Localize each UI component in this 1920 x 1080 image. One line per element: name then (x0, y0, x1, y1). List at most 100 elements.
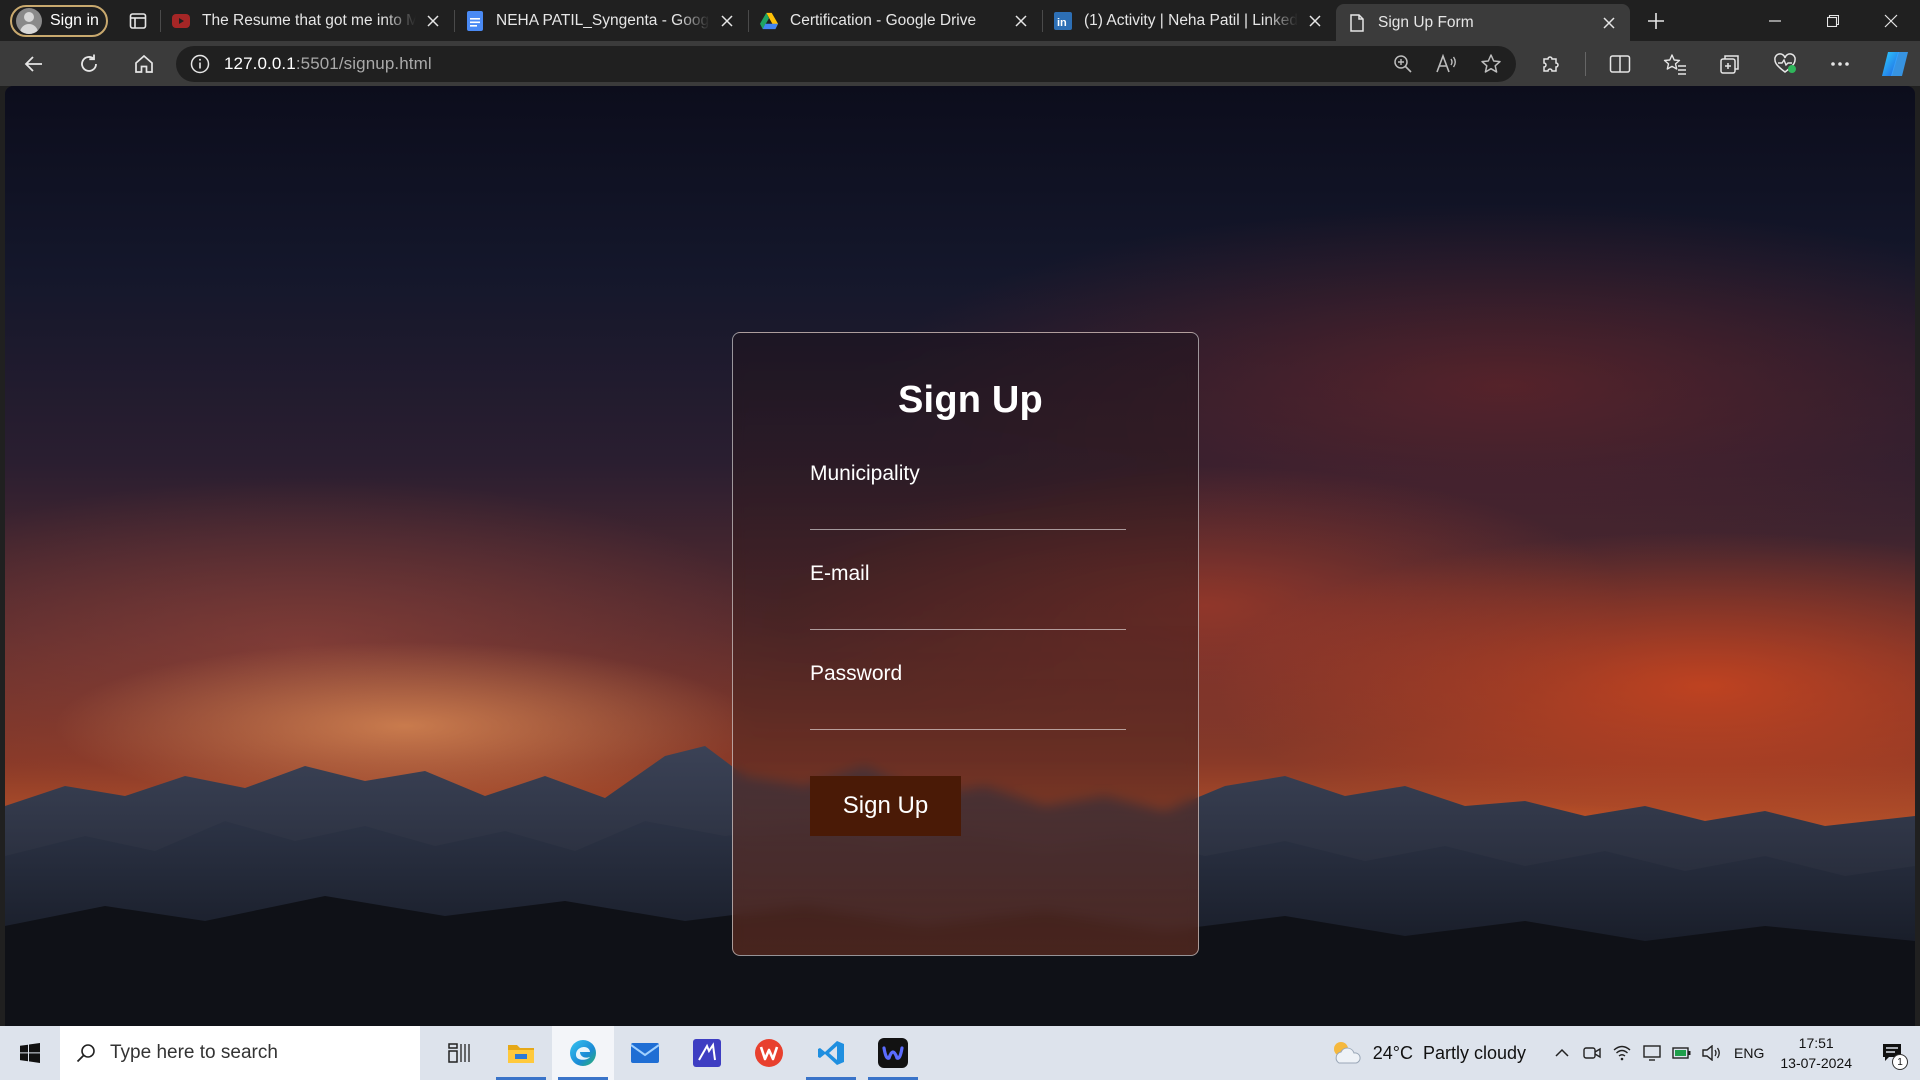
sign-up-form: Sign Up Municipality E-mail Password Sig… (732, 332, 1199, 956)
tab-google-drive[interactable]: Certification - Google Drive (748, 0, 1042, 41)
home-button[interactable] (124, 46, 164, 82)
refresh-button[interactable] (69, 46, 109, 82)
language-indicator[interactable]: ENG (1734, 1045, 1764, 1061)
start-button[interactable] (0, 1026, 60, 1080)
browser-toolbar: 127.0.0.1:5501/signup.html (0, 41, 1920, 86)
window-controls (1746, 0, 1920, 41)
favorite-button[interactable] (1474, 47, 1508, 81)
collections-button[interactable] (1709, 46, 1751, 82)
avatar (16, 7, 42, 34)
password-input[interactable] (810, 686, 1126, 730)
speaker-icon (1702, 1045, 1720, 1061)
page-viewport: Sign Up Municipality E-mail Password Sig… (5, 86, 1915, 1026)
page-icon (1348, 13, 1366, 32)
edge-browser-button[interactable] (552, 1026, 614, 1080)
clock[interactable]: 17:51 13-07-2024 (1780, 1033, 1852, 1073)
municipality-input[interactable] (810, 486, 1126, 530)
monitor-icon (1643, 1045, 1661, 1061)
volume-button[interactable] (1702, 1043, 1722, 1063)
close-icon[interactable] (1598, 12, 1620, 34)
folder-icon (508, 1045, 534, 1063)
network-button[interactable] (1612, 1043, 1632, 1063)
wifi-icon (1613, 1045, 1631, 1061)
zoom-button[interactable] (1386, 47, 1420, 81)
favorites-list-icon (1663, 53, 1686, 75)
tray-icons (1552, 1043, 1722, 1063)
url-text[interactable]: 127.0.0.1:5501/signup.html (224, 54, 432, 74)
profile-label: Sign in (50, 11, 99, 29)
camera-icon (1583, 1047, 1601, 1059)
info-icon[interactable] (190, 54, 210, 74)
file-explorer-button[interactable] (490, 1026, 552, 1080)
mail-button[interactable] (614, 1026, 676, 1080)
webex-icon (878, 1038, 908, 1068)
search-placeholder: Type here to search (110, 1042, 278, 1063)
address-bar[interactable]: 127.0.0.1:5501/signup.html (176, 45, 1516, 82)
star-icon (1481, 53, 1501, 73)
tab-title: Certification - Google Drive (790, 11, 977, 29)
app-editor-button[interactable] (676, 1026, 738, 1080)
restore-button[interactable] (1804, 0, 1862, 41)
show-hidden-icons-button[interactable] (1552, 1043, 1572, 1063)
meet-now-button[interactable] (1582, 1043, 1602, 1063)
settings-more-button[interactable] (1819, 46, 1861, 82)
email-label: E-mail (810, 562, 870, 585)
browser-essentials-button[interactable] (1764, 46, 1806, 82)
profile-button[interactable]: Sign in (10, 4, 108, 37)
back-button[interactable] (14, 46, 54, 82)
task-view-button[interactable] (428, 1026, 490, 1080)
read-aloud-button[interactable] (1430, 47, 1464, 81)
close-icon[interactable] (1010, 10, 1032, 32)
app-editor-icon (693, 1039, 721, 1067)
windows-logo-icon (20, 1043, 40, 1063)
url-host: 127.0.0.1 (224, 53, 296, 73)
refresh-icon (81, 54, 97, 72)
notification-center-button[interactable]: 1 (1872, 1042, 1912, 1070)
taskbar-apps (428, 1026, 924, 1080)
municipality-label: Municipality (810, 462, 920, 485)
extensions-button[interactable] (1530, 46, 1572, 82)
copilot-button[interactable] (1874, 46, 1916, 82)
webex-button[interactable] (862, 1026, 924, 1080)
tab-linkedin[interactable]: in (1) Activity | Neha Patil | LinkedIn (1042, 0, 1336, 41)
notification-badge: 1 (1892, 1054, 1908, 1070)
copilot-icon (1882, 51, 1908, 76)
password-field-group: Password (810, 662, 1126, 730)
vscode-button[interactable] (800, 1026, 862, 1080)
favorites-button[interactable] (1654, 46, 1696, 82)
weather-widget[interactable]: 24°C Partly cloudy (1329, 1039, 1526, 1067)
more-icon (1831, 61, 1849, 66)
close-icon[interactable] (1304, 10, 1326, 32)
close-icon[interactable] (716, 10, 738, 32)
collections-icon (1720, 54, 1739, 74)
google-drive-icon (760, 12, 778, 30)
password-label: Password (810, 662, 903, 685)
wps-office-icon (755, 1039, 783, 1067)
tab-google-docs[interactable]: NEHA PATIL_Syngenta - Google Docs (454, 0, 748, 41)
tab-actions-icon (129, 12, 147, 29)
back-arrow-icon (24, 55, 42, 72)
display-button[interactable] (1642, 1043, 1662, 1063)
chevron-up-icon (1555, 1048, 1569, 1057)
linkedin-icon: in (1054, 11, 1072, 30)
svg-text:in: in (1057, 17, 1067, 29)
minimize-button[interactable] (1746, 0, 1804, 41)
taskbar-search[interactable]: Type here to search (60, 1026, 420, 1080)
tab-sign-up-form[interactable]: Sign Up Form (1336, 4, 1630, 41)
edge-icon (570, 1040, 596, 1066)
split-screen-button[interactable] (1599, 46, 1641, 82)
heart-pulse-icon (1774, 52, 1796, 73)
new-tab-button[interactable] (1634, 0, 1678, 41)
close-window-button[interactable] (1862, 0, 1920, 41)
url-path: :5501/signup.html (295, 53, 432, 73)
clock-time: 17:51 (1798, 1035, 1834, 1051)
email-input[interactable] (810, 586, 1126, 630)
battery-button[interactable] (1672, 1043, 1692, 1063)
youtube-icon (172, 12, 190, 30)
tab-title: (1) Activity | Neha Patil | LinkedIn (1084, 11, 1298, 29)
tab-actions-button[interactable] (116, 0, 160, 41)
close-icon[interactable] (422, 10, 444, 32)
tab-youtube[interactable]: The Resume that got me into Microsoft (160, 0, 454, 41)
wps-office-button[interactable] (738, 1026, 800, 1080)
sign-up-button[interactable]: Sign Up (810, 776, 961, 836)
